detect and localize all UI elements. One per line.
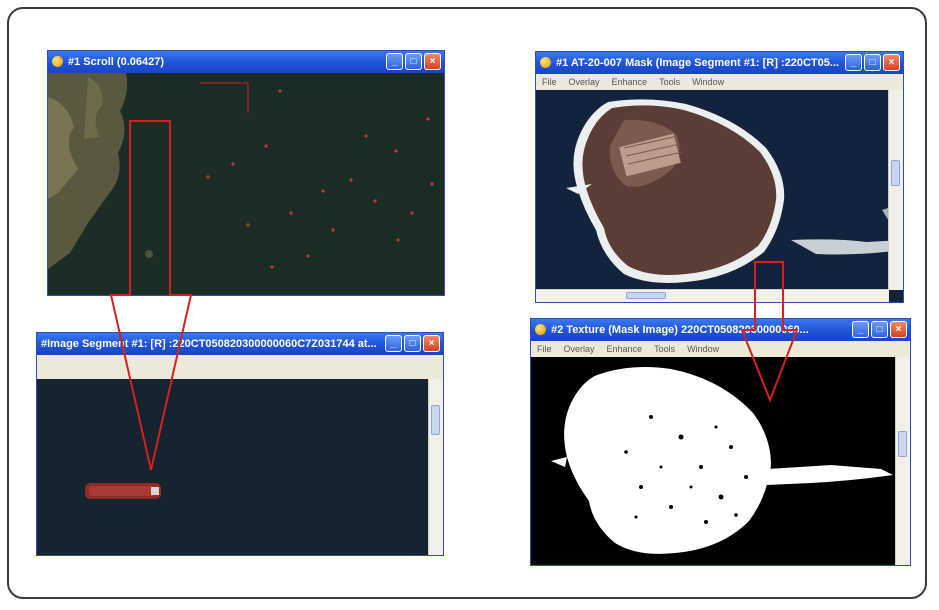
texture-mask-image <box>531 357 910 565</box>
texture-scrollbar[interactable] <box>895 357 910 565</box>
menu-enhance[interactable]: Enhance <box>607 341 643 357</box>
texture-scroll-thumb[interactable] <box>898 431 907 457</box>
menu-file[interactable]: File <box>542 74 557 90</box>
island-window: #1 AT-20-007 Mask (Image Segment #1: [R]… <box>535 51 904 303</box>
image-segment-toolbar <box>37 355 443 380</box>
app-icon <box>540 57 551 68</box>
texture-window-titlebar[interactable]: #2 Texture (Mask Image) 220CT05082030000… <box>531 319 910 341</box>
app-icon <box>535 324 546 335</box>
island-window-titlebar[interactable]: #1 AT-20-007 Mask (Image Segment #1: [R]… <box>536 52 903 74</box>
image-segment-scrollbar[interactable] <box>428 379 443 555</box>
image-segment-window: #Image Segment #1: [R] :220CT05082030000… <box>36 332 444 556</box>
maximize-icon[interactable]: □ <box>864 54 881 71</box>
island-window-title: #1 AT-20-007 Mask (Image Segment #1: [R]… <box>556 57 840 69</box>
app-icon <box>52 56 63 67</box>
island-satellite-image <box>536 90 903 302</box>
island-hscrollbar[interactable] <box>536 289 889 302</box>
texture-menubar: File Overlay Enhance Tools Window <box>531 341 910 357</box>
maximize-icon[interactable]: □ <box>871 321 888 338</box>
menu-tools[interactable]: Tools <box>654 341 675 357</box>
close-icon[interactable]: × <box>424 53 441 70</box>
minimize-icon[interactable]: _ <box>852 321 869 338</box>
menu-overlay[interactable]: Overlay <box>564 341 595 357</box>
island-scroll-thumb[interactable] <box>891 160 900 186</box>
ship-closeup-image <box>37 379 429 555</box>
image-segment-view[interactable] <box>37 379 443 555</box>
minimize-icon[interactable]: _ <box>386 53 403 70</box>
scroll-window-titlebar[interactable]: #1 Scroll (0.06427) _ □ × <box>48 51 444 73</box>
scroll-window: #1 Scroll (0.06427) _ □ × <box>47 50 445 296</box>
menu-tools[interactable]: Tools <box>659 74 680 90</box>
close-icon[interactable]: × <box>890 321 907 338</box>
menu-window[interactable]: Window <box>687 341 719 357</box>
maximize-icon[interactable]: □ <box>405 53 422 70</box>
island-menubar: File Overlay Enhance Tools Window <box>536 74 903 90</box>
image-segment-window-titlebar[interactable]: #Image Segment #1: [R] :220CT05082030000… <box>37 333 443 355</box>
menu-window[interactable]: Window <box>692 74 724 90</box>
island-hscroll-thumb[interactable] <box>626 292 666 299</box>
island-scrollbar[interactable] <box>888 90 903 290</box>
menu-enhance[interactable]: Enhance <box>612 74 648 90</box>
minimize-icon[interactable]: _ <box>845 54 862 71</box>
scroll-image-view[interactable] <box>48 73 444 295</box>
minimize-icon[interactable]: _ <box>385 335 402 352</box>
close-icon[interactable]: × <box>423 335 440 352</box>
texture-window-title: #2 Texture (Mask Image) 220CT05082030000… <box>551 324 809 336</box>
texture-window: #2 Texture (Mask Image) 220CT05082030000… <box>530 318 911 566</box>
close-icon[interactable]: × <box>883 54 900 71</box>
texture-image-view[interactable] <box>531 357 910 565</box>
image-segment-scroll-thumb[interactable] <box>431 405 440 435</box>
scroll-satellite-image <box>48 73 444 295</box>
menu-file[interactable]: File <box>537 341 552 357</box>
island-image-view[interactable] <box>536 90 903 302</box>
scroll-window-title: #1 Scroll (0.06427) <box>68 56 165 68</box>
image-segment-window-title: #Image Segment #1: [R] :220CT05082030000… <box>41 338 377 350</box>
menu-overlay[interactable]: Overlay <box>569 74 600 90</box>
maximize-icon[interactable]: □ <box>404 335 421 352</box>
